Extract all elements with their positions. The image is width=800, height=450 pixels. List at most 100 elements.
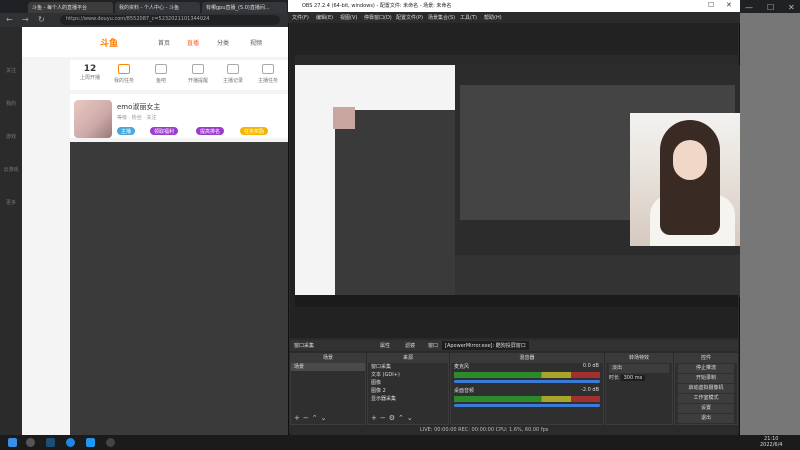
stat-item[interactable]: 鱼吧 [143,64,179,84]
pill-button[interactable]: 领取福利 [150,127,179,135]
record-icon [227,64,239,74]
start-recording-button[interactable]: 开始录制 [678,374,734,383]
steam-icon[interactable] [46,438,55,447]
volume-meter [454,372,600,378]
minimize-icon[interactable]: — [745,3,753,12]
duration-input[interactable]: 300 ms [620,375,646,381]
menu-edit[interactable]: 编辑(E) [316,14,333,21]
pill-button[interactable]: 任务奖励 [240,127,269,135]
stop-streaming-button[interactable]: 停止推流 [678,364,734,373]
track-name: 桌面音频 [454,388,475,394]
stat-item[interactable]: 我的任务 [106,64,142,84]
exit-button[interactable]: 退出 [678,414,734,423]
duration-label: 时长 [609,375,620,381]
volume-meter [454,396,600,402]
track-db: -2.0 dB [581,387,599,393]
menu-tools[interactable]: 工具(T) [460,14,477,21]
scenes-header: 场景 [291,354,365,363]
sidebar-item-more[interactable]: 更多 [2,199,20,213]
nav-home[interactable]: 首页 [158,38,170,47]
nav-live[interactable]: 直播 [187,38,199,47]
mixer-header: 混音器 [451,354,603,363]
nested-taskbar [295,295,738,307]
clock-date: 2022/6/4 [760,442,783,448]
menu-file[interactable]: 文件(F) [292,14,309,21]
stat-item[interactable]: 12 上周开播 [72,64,108,81]
alarm-icon [192,64,204,74]
scenes-dock: 场景 场景 +−⌃⌄ [290,353,366,425]
back-icon[interactable]: ← [6,15,13,24]
pill-button[interactable]: 提高排名 [196,127,225,135]
settings-button[interactable]: 设置 [678,404,734,413]
avatar[interactable] [74,100,112,138]
taskbar-clock[interactable]: 21:10 2022/6/4 [760,436,782,448]
sources-dock: 来源 窗口采集 文本 (GDI+) 图像 图像 2 显示器采集 +−⚙⌃⌄ [367,353,449,425]
filters-button[interactable]: 滤镜 [405,342,415,349]
scene-item[interactable]: 场景 [291,363,365,371]
obs-menu-bar: 文件(F) 编辑(E) 视图(V) 停靠窗口(D) 配置文件(P) 场景集合(S… [288,12,740,23]
source-controls[interactable]: +−⚙⌃⌄ [371,414,416,422]
browser-tab[interactable]: 有哪gpu直播_(5.0)直播间... [202,2,287,13]
maximize-icon[interactable]: ☐ [767,3,774,12]
controls-header: 控件 [675,354,737,363]
address-bar[interactable]: https://www.douyu.com/8552087_c=52320211… [60,15,280,25]
profile-meta: 等级 · 粉丝 · 关注 [117,115,157,121]
volume-slider[interactable] [454,380,600,383]
obs-status-bar: LIVE: 00:00:00 REC: 00:00:00 CPU: 1.6%, … [290,425,738,435]
transitions-dock: 转场特效 淡出 时长 300 ms [605,353,673,425]
obs-maximize-icon[interactable]: ☐ [708,1,714,9]
source-item[interactable]: 显示器采集 [368,395,448,403]
site-sidebar: 关注 我的 游戏 云游戏 更多 [0,27,22,435]
volume-slider[interactable] [454,404,600,407]
browser-tab[interactable]: 斗鱼 - 每个人的直播平台 [28,2,113,13]
edge-icon[interactable] [66,438,75,447]
nested-page-dark [335,110,460,295]
studio-mode-button[interactable]: 工作室模式 [678,394,734,403]
menu-scene-collection[interactable]: 场景集合(S) [428,14,455,21]
search-icon[interactable] [26,438,35,447]
browser-tab[interactable]: 我的资料 - 个人中心 - 斗鱼 [115,2,200,13]
nav-video[interactable]: 视频 [250,38,262,47]
sidebar-item-follow[interactable]: 关注 [2,67,20,81]
sources-header: 来源 [368,354,448,363]
douyu-logo[interactable]: 斗鱼 [100,36,118,49]
source-item[interactable]: 图像 [368,379,448,387]
menu-profile[interactable]: 配置文件(P) [396,14,423,21]
source-item[interactable]: 图像 2 [368,387,448,395]
selected-source-label: 窗口采集 [294,343,315,349]
close-icon[interactable]: ✕ [788,3,795,12]
taskbar [0,435,800,450]
app-icon[interactable] [86,438,95,447]
transition-select[interactable]: 淡出 [609,364,669,373]
obs-title-bar: OBS 27.2.4 (64-bit, windows) - 配置文件: 未命名… [288,0,740,12]
window-select[interactable]: [ApowerMirror.exe]: 酷狗投屏窗口 [442,341,529,350]
virtual-camera-button[interactable]: 启动虚拟摄像机 [678,384,734,393]
source-item[interactable]: 文本 (GDI+) [368,371,448,379]
properties-button[interactable]: 属性 [380,342,390,349]
source-toolbar: 窗口采集 属性 滤镜 窗口 [ApowerMirror.exe]: 酷狗投屏窗口 [290,340,738,351]
start-icon[interactable] [8,438,17,447]
menu-help[interactable]: 帮助(H) [484,14,502,21]
source-item[interactable]: 窗口采集 [368,363,448,371]
nav-category[interactable]: 分类 [217,38,229,47]
badge-anchor[interactable]: 主播 [117,127,136,135]
sidebar-item-mine[interactable]: 我的 [2,100,20,114]
menu-view[interactable]: 视图(V) [340,14,357,21]
obs-taskbar-icon[interactable] [106,438,115,447]
scene-controls[interactable]: +−⌃⌄ [294,414,329,422]
background-window [740,13,800,435]
track-name: 麦克风 [454,364,470,370]
nested-docks [455,255,740,295]
menu-docks[interactable]: 停靠窗口(D) [364,14,392,21]
stat-item[interactable]: 开播提醒 [180,64,216,84]
reload-icon[interactable]: ↻ [38,15,45,24]
stat-item[interactable]: 主播记录 [215,64,251,84]
webcam-person [673,140,707,180]
obs-close-icon[interactable]: ✕ [726,1,732,9]
transitions-header: 转场特效 [606,354,672,363]
stat-item[interactable]: 主播任务 [250,64,286,84]
sidebar-item-game[interactable]: 游戏 [2,133,20,147]
forward-icon[interactable]: → [22,15,29,24]
profile-name: emo淑丽女主 [117,103,161,111]
sidebar-item-cloudgame[interactable]: 云游戏 [2,166,20,180]
